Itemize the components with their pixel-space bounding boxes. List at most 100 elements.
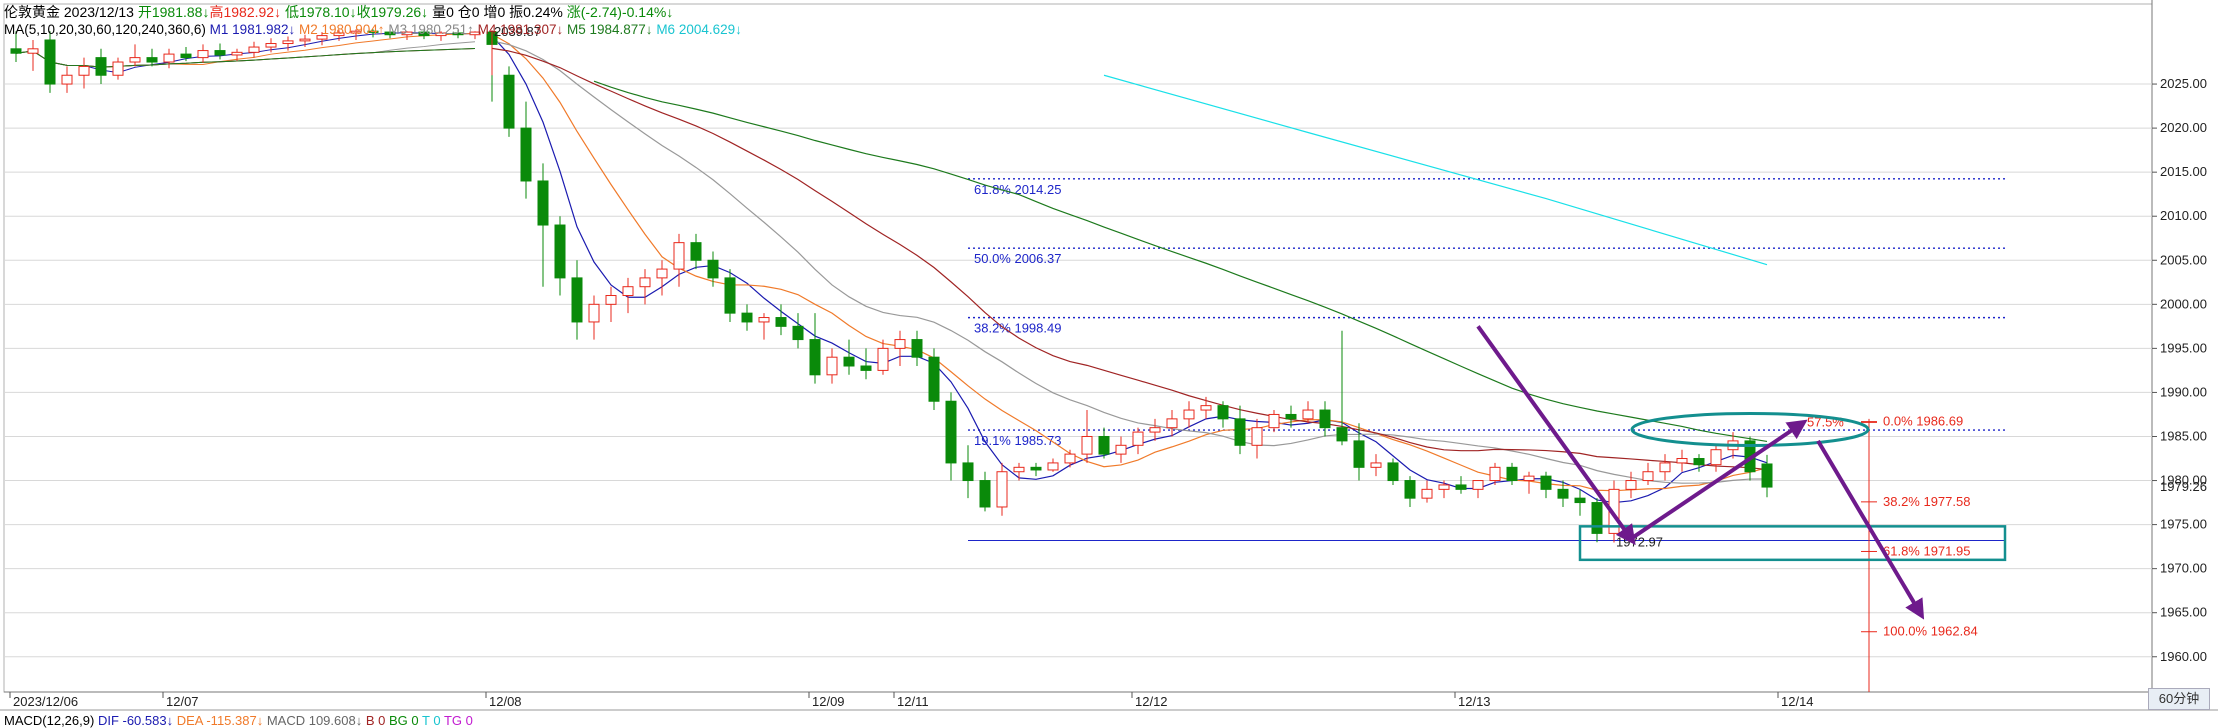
candle [928, 348, 940, 411]
candle-up [1642, 471, 1654, 482]
candle-down [1404, 480, 1416, 499]
candle-down [10, 48, 22, 54]
candle-up [639, 277, 651, 288]
candle-up [1523, 475, 1535, 482]
candle-down [554, 224, 566, 279]
candle-down [520, 127, 532, 182]
x-tick-label: 12/13 [1458, 694, 1491, 709]
candle-up [1438, 484, 1450, 490]
amplitude: 振0.24% [509, 4, 563, 20]
macd-value: MACD 109.608↓ [266, 713, 363, 728]
y-tick-label: 2015.00 [2160, 164, 2207, 179]
candle-up [1013, 466, 1025, 473]
candle-up [1064, 453, 1076, 464]
low-price: 低1978.10↓ [284, 4, 357, 20]
y-tick-label: 1990.00 [2160, 384, 2207, 399]
candle-up [1472, 480, 1484, 490]
oi-change: 增0 [483, 4, 506, 20]
candle-up [894, 339, 906, 349]
y-tick-label: 1975.00 [2160, 517, 2207, 532]
volume: 量0 [432, 4, 454, 20]
price-change: 涨(-2.74)-0.14%↓ [566, 4, 674, 20]
candle-down [571, 277, 583, 323]
candle-down [775, 317, 787, 327]
candle-down [1285, 413, 1297, 420]
current-price-label: 1979.26 [2160, 479, 2207, 494]
candle-up [1200, 405, 1212, 411]
candle-down [1319, 409, 1331, 429]
chart-canvas: 2023/12/06 12/07 12/08 12/09 12/11 12/12 12/13… [0, 0, 2218, 728]
candle-down [690, 242, 702, 261]
period-selector[interactable]: 60分钟 [2148, 688, 2210, 710]
candle-down [809, 339, 821, 376]
candle-up [1268, 413, 1280, 429]
y-tick-label: 2000.00 [2160, 296, 2207, 311]
projection-label: 100.0% 1962.84 [1883, 624, 1978, 639]
candle-down [1693, 458, 1705, 466]
fib-level-label: 38.2% 1998.49 [974, 321, 1061, 336]
candle-up [27, 48, 39, 54]
candle-up [299, 38, 311, 42]
ma-m6: M6 2004.629↓ [656, 22, 742, 37]
fib-level-label: 19.1% 1985.73 [974, 433, 1061, 448]
candle-up [673, 242, 685, 270]
y-tick-label: 2025.00 [2160, 76, 2207, 91]
candle [1387, 458, 1399, 485]
candle-down [1098, 435, 1110, 455]
ma-m4: M4 1981.307↓ [477, 22, 564, 37]
candle-down [1574, 497, 1586, 504]
y-tick-label: 1965.00 [2160, 605, 2207, 620]
fib-level-label: 50.0% 2006.37 [974, 251, 1061, 266]
chart-background [0, 0, 2218, 728]
candle-down [180, 53, 192, 59]
candle-up [1625, 480, 1637, 490]
x-tick-label: 12/07 [166, 694, 199, 709]
projection-label: 0.0% 1986.69 [1883, 414, 1963, 429]
candle-up [112, 61, 124, 76]
candle-down [962, 462, 974, 482]
x-tick-label: 12/14 [1781, 694, 1814, 709]
candle-up [1710, 449, 1722, 466]
y-tick-label: 1960.00 [2160, 649, 2207, 664]
candle-down [911, 339, 923, 358]
projection-label: 61.8% 1971.95 [1883, 543, 1970, 558]
candle-up [622, 286, 634, 297]
candle-up [877, 347, 889, 371]
candle-down [724, 277, 736, 314]
candle-down [860, 365, 872, 371]
candle-up [656, 268, 668, 279]
candle-down [707, 259, 719, 279]
x-tick-label: 12/11 [897, 694, 929, 709]
macd-dif: DIF -60.583↓ [97, 713, 174, 728]
candle-down [44, 39, 56, 85]
candle-up [1302, 409, 1314, 420]
projection-label: 38.2% 1977.58 [1883, 494, 1970, 509]
candle-down [537, 180, 549, 226]
candle-up [78, 65, 90, 76]
macd-bg: BG 0 [388, 713, 419, 728]
candle-up [1370, 462, 1382, 468]
candle-down [979, 480, 991, 508]
y-tick-label: 2010.00 [2160, 208, 2207, 223]
y-tick-label: 1985.00 [2160, 428, 2207, 443]
candle-up [1081, 435, 1093, 455]
candle-up [1115, 444, 1127, 455]
candle-down [928, 356, 940, 402]
candle-up [163, 53, 175, 63]
candle-down [1030, 466, 1042, 471]
candle-up [1166, 418, 1178, 429]
candle-down [1455, 484, 1467, 490]
ma-params: MA(5,10,20,30,60,120,240,360,6) [4, 22, 206, 37]
x-tick-label: 12/12 [1135, 694, 1168, 709]
candle-down [1353, 440, 1365, 468]
macd-header: MACD(12,26,9) DIF -60.583↓ DEA -115.387↓… [4, 713, 473, 728]
candle-down [503, 74, 515, 129]
candle-up [1676, 458, 1688, 464]
candle-down [1506, 466, 1518, 482]
candle-down [1387, 462, 1399, 482]
candle-up [282, 40, 294, 45]
candle-up [129, 57, 141, 63]
candle-down [1591, 502, 1603, 534]
candle-up [197, 50, 209, 59]
ma-m3: M3 1980.251↑ [388, 22, 474, 37]
